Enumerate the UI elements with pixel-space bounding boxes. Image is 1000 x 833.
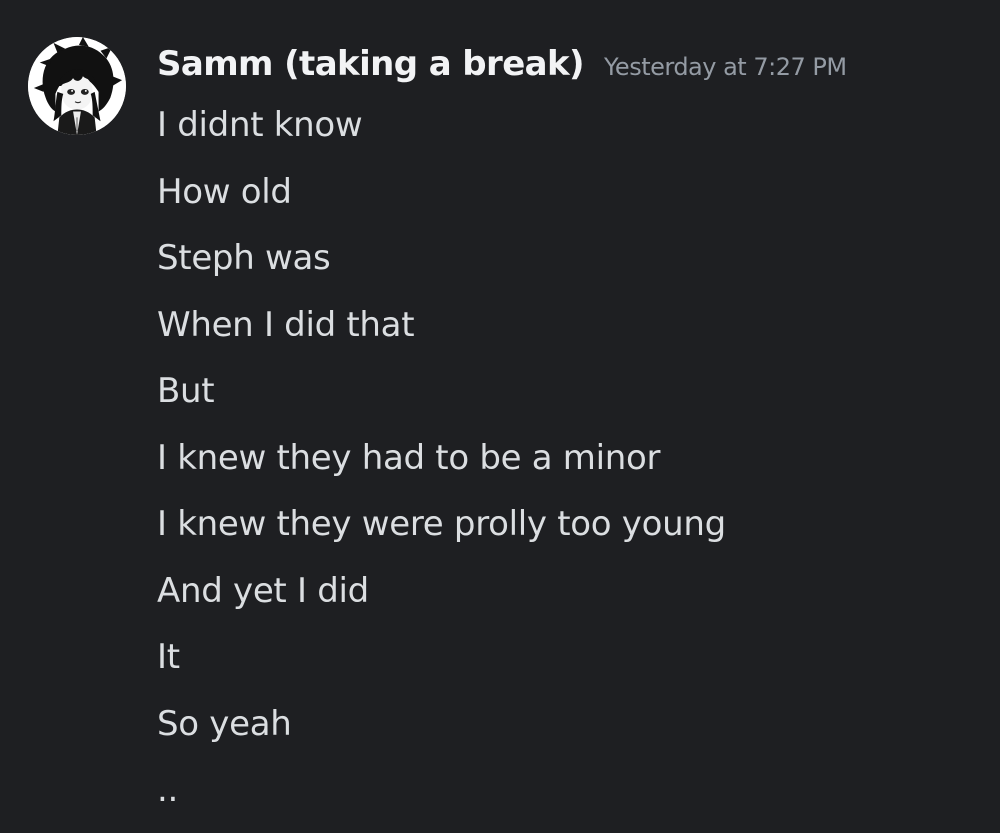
message-content: I didnt know How old Steph was When I di… [157,101,977,833]
message-line: How old [157,171,292,212]
user-avatar[interactable] [28,37,126,135]
message-header: Samm (taking a break) Yesterday at 7:27 … [157,44,847,94]
message-line: So yeah [157,703,292,744]
message-line: When I did that [157,304,415,345]
message-line: .. [157,770,179,810]
anime-avatar-icon [28,37,126,135]
message-line: I knew they had to be a minor [157,437,661,478]
message-timestamp[interactable]: Yesterday at 7:27 PM [604,53,847,81]
chat-message: Samm (taking a break) Yesterday at 7:27 … [0,0,1000,831]
message-line: I knew they were prolly too young [157,504,726,544]
message-line: Steph was [157,238,331,278]
username[interactable]: Samm (taking a break) [157,44,585,84]
message-line: And yet I did [157,570,369,611]
message-line: It [157,637,180,677]
message-line: But [157,371,215,411]
message-line: I didnt know [157,105,363,145]
